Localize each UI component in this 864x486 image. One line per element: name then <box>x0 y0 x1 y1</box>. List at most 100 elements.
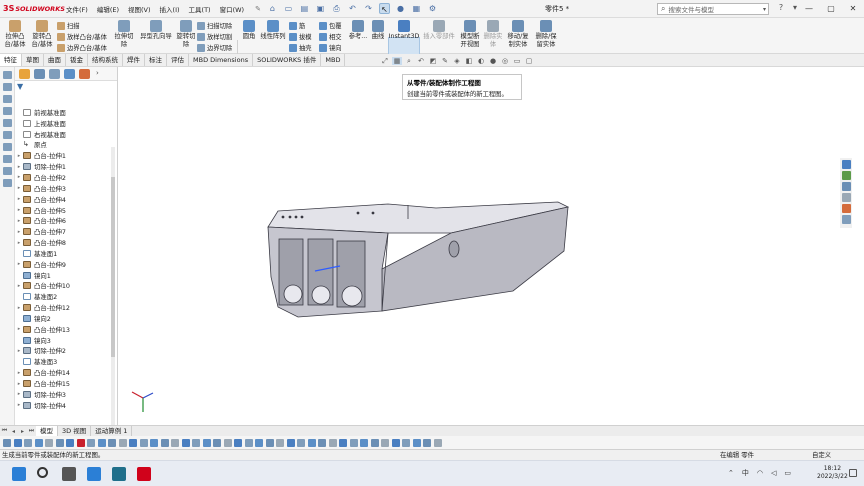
select-arrow-icon[interactable]: ↖ <box>378 3 390 14</box>
move-copy-body-button[interactable]: 移动/复 制实体 <box>505 20 531 48</box>
tab-model[interactable]: 模型 <box>36 426 58 436</box>
menu-edit[interactable]: 编辑(E) <box>97 4 119 14</box>
battery-icon[interactable]: ▭ <box>784 469 791 477</box>
expand-arrow-icon[interactable]: ▸ <box>15 402 23 408</box>
last-tab-icon[interactable]: ⏭ <box>27 427 36 435</box>
sketch-entity-icon[interactable] <box>370 438 379 447</box>
tree-item[interactable]: 基准面3 <box>15 356 112 367</box>
shell-button[interactable]: 抽壳 <box>289 43 312 52</box>
sketch-tool-icon[interactable] <box>3 155 12 163</box>
sketch-entity-icon[interactable] <box>328 438 337 447</box>
sketch-entity-icon[interactable] <box>307 438 316 447</box>
sketch-entity-icon[interactable] <box>3 438 11 447</box>
clock[interactable]: 18:12 2022/3/22 <box>817 465 848 481</box>
sketch-entity-icon[interactable] <box>129 438 137 447</box>
sketch-tool-icon[interactable] <box>3 95 12 103</box>
tree-item[interactable]: 前视基准面 <box>15 107 112 118</box>
expand-arrow-icon[interactable]: ▸ <box>15 153 23 159</box>
sketch-entity-icon[interactable] <box>286 438 295 447</box>
revolved-boss-button[interactable]: 旋转凸 台/基体 <box>29 20 55 48</box>
make-drawing-icon[interactable]: ▦ <box>392 57 402 65</box>
sketch-entity-icon[interactable] <box>76 438 85 447</box>
sketch-entity-icon[interactable] <box>433 438 442 447</box>
sketch-entity-icon[interactable] <box>265 438 274 447</box>
tree-item[interactable]: ▸ 凸台-拉伸8 <box>15 237 112 248</box>
print-icon[interactable]: ⎙ <box>331 3 342 14</box>
expand-arrow-icon[interactable]: ▸ <box>15 174 23 180</box>
prev-tab-icon[interactable]: ◂ <box>9 428 18 435</box>
tree-item[interactable]: 基准面1 <box>15 248 112 259</box>
sketch-entity-icon[interactable] <box>339 438 347 447</box>
file-properties-icon[interactable]: ▦ <box>411 3 422 14</box>
expand-arrow-icon[interactable]: ▸ <box>15 391 23 397</box>
file-explorer-icon[interactable] <box>841 182 851 191</box>
tree-item[interactable]: ▸ 凸台-拉伸6 <box>15 215 112 226</box>
hide-show-icon[interactable]: ◐ <box>476 57 486 65</box>
new-document-icon[interactable]: ▭ <box>283 3 294 14</box>
tab-weldments[interactable]: 焊件 <box>123 54 145 66</box>
tree-item[interactable]: 镜向3 <box>15 335 112 346</box>
expand-arrow-icon[interactable]: ▸ <box>15 229 23 235</box>
revolved-cut-button[interactable]: 旋转切 除 <box>175 20 197 48</box>
tab-surfaces[interactable]: 曲面 <box>44 54 66 66</box>
hole-wizard-button[interactable]: 异型孔向导 <box>137 20 175 41</box>
previous-view-icon[interactable]: ↶ <box>416 57 426 65</box>
expand-arrow-icon[interactable]: ▸ <box>15 196 23 202</box>
home-icon[interactable]: ⌂ <box>267 3 278 14</box>
tree-item[interactable]: ▸ 凸台-拉伸14 <box>15 367 112 378</box>
graphics-area[interactable] <box>118 67 852 425</box>
apply-scene-icon[interactable]: ◎ <box>500 57 510 65</box>
sketch-tool-icon[interactable] <box>3 119 12 127</box>
wrap-button[interactable]: 包覆 <box>319 21 342 30</box>
display-manager-icon[interactable] <box>79 68 90 79</box>
display-style-icon[interactable]: ◧ <box>464 57 474 65</box>
sketch-entity-icon[interactable] <box>150 438 158 447</box>
reference-geometry-button[interactable]: 参考... <box>347 20 369 41</box>
tab-addins[interactable]: SOLIDWORKS 插件 <box>253 54 322 66</box>
rib-button[interactable]: 筋 <box>289 21 305 30</box>
task-view-icon[interactable] <box>62 467 76 481</box>
tree-item[interactable]: ▸ 切除-拉伸1 <box>15 161 112 172</box>
mirror-button[interactable]: 镜向 <box>319 43 342 52</box>
expand-arrow-icon[interactable]: ▸ <box>15 185 23 191</box>
sketch-entity-icon[interactable] <box>412 438 421 447</box>
sketch-entity-icon[interactable] <box>171 438 179 447</box>
tab-3d-views[interactable]: 3D 视图 <box>58 426 92 436</box>
sketch-tool-icon[interactable] <box>3 167 12 175</box>
tree-item[interactable]: ▸ 凸台-拉伸1 <box>15 150 112 161</box>
zoom-to-fit-icon[interactable]: ⤢ <box>380 57 390 65</box>
expand-arrow-icon[interactable]: ▸ <box>15 326 23 332</box>
search-box[interactable]: ⌕ 搜索文件与模型 ▾ <box>657 3 769 15</box>
widgets-icon[interactable] <box>87 467 101 481</box>
tab-mbd-dimensions[interactable]: MBD Dimensions <box>189 54 254 66</box>
expand-arrow-icon[interactable]: ▸ <box>15 348 23 354</box>
maximize-icon[interactable]: ▢ <box>820 0 842 18</box>
sketch-entity-icon[interactable] <box>234 438 242 447</box>
solidworks-taskbar-icon[interactable] <box>137 467 151 481</box>
dynamic-annotation-icon[interactable]: ✎ <box>440 57 450 65</box>
sketch-entity-icon[interactable] <box>276 438 284 447</box>
search-icon[interactable] <box>37 467 48 478</box>
sketch-tool-icon[interactable] <box>3 71 12 79</box>
tab-motion-study[interactable]: 运动算例 1 <box>91 426 133 436</box>
sketch-entity-icon[interactable] <box>391 438 400 447</box>
tree-item[interactable]: ▸ 凸台-拉伸3 <box>15 183 112 194</box>
notification-icon[interactable] <box>849 469 857 477</box>
tree-item[interactable]: ▸ 凸台-拉伸2 <box>15 172 112 183</box>
lofted-cut-button[interactable]: 放样切割 <box>197 32 232 41</box>
linear-pattern-button[interactable]: 线性阵列 <box>259 20 287 41</box>
dimxpert-icon[interactable] <box>64 68 75 79</box>
sketch-entity-icon[interactable] <box>87 438 95 447</box>
menu-file[interactable]: 文件(F) <box>66 4 88 14</box>
sketch-entity-icon[interactable] <box>349 438 358 447</box>
sketch-entity-icon[interactable] <box>423 438 431 447</box>
intersect-button[interactable]: 相交 <box>319 32 342 41</box>
tab-evaluate[interactable]: 评估 <box>167 54 189 66</box>
close-icon[interactable]: ✕ <box>842 0 864 18</box>
sketch-entity-icon[interactable] <box>213 438 221 447</box>
zoom-area-icon[interactable]: ⌕ <box>404 57 414 65</box>
tree-item[interactable]: 右视基准面 <box>15 129 112 140</box>
tree-item[interactable]: ▸ 凸台-拉伸7 <box>15 226 112 237</box>
sketch-entity-icon[interactable] <box>118 438 127 447</box>
break-view-button[interactable]: 模型断 开视图 <box>458 20 482 48</box>
